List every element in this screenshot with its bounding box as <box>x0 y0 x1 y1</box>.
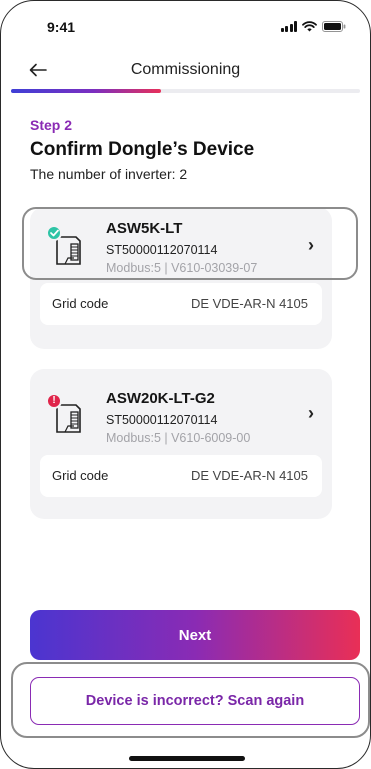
phone-frame: 9:41 Commissioning Step 2 Confirm Dongle… <box>0 0 371 769</box>
home-indicator[interactable] <box>129 756 245 761</box>
device-header[interactable]: ! ASW20K-LT-G2 ST50000112070114 Modbus:5… <box>30 369 332 455</box>
chevron-right-icon: › <box>308 235 314 255</box>
device-info: ASW20K-LT-G2 ST50000112070114 Modbus:5 |… <box>106 389 250 447</box>
status-icons <box>280 21 347 32</box>
chevron-right-icon: › <box>308 403 314 423</box>
status-error-badge: ! <box>46 393 62 409</box>
status-bar: 9:41 <box>1 1 370 51</box>
device-meta: Modbus:5 | V610-03039-07 <box>106 261 258 275</box>
next-button[interactable]: Next <box>30 610 360 660</box>
grid-code-label: Grid code <box>52 468 109 483</box>
inverter-count: The number of inverter: 2 <box>30 166 188 182</box>
device-serial: ST50000112070114 <box>106 413 218 427</box>
step-title: Confirm Dongle’s Device <box>30 139 255 160</box>
device-card: ASW5K-LT ST50000112070114 Modbus:5 | V61… <box>30 207 332 349</box>
device-header[interactable]: ASW5K-LT ST50000112070114 Modbus:5 | V61… <box>30 207 332 283</box>
page-title: Commissioning <box>130 61 241 78</box>
device-model: ASW5K-LT <box>106 220 183 237</box>
grid-code-value: DE VDE-AR-N 4105 <box>190 296 308 311</box>
grid-code-row: Grid code DE VDE-AR-N 4105 <box>40 283 322 325</box>
step-label: Step 2 <box>30 117 73 133</box>
header: Commissioning <box>1 53 370 89</box>
device-model: ASW20K-LT-G2 <box>106 390 215 407</box>
device-meta: Modbus:5 | V610-6009-00 <box>106 431 251 445</box>
battery-icon <box>322 21 346 32</box>
checkmark-icon <box>49 229 59 237</box>
grid-code-value: DE VDE-AR-N 4105 <box>190 468 308 483</box>
status-ok-badge <box>46 225 62 241</box>
inverter-icon <box>46 225 86 267</box>
progress-fill <box>11 89 162 93</box>
inverter-icon: ! <box>46 393 86 435</box>
device-serial: ST50000112070114 <box>106 243 218 257</box>
device-info: ASW5K-LT ST50000112070114 Modbus:5 | V61… <box>106 219 257 277</box>
device-card: ! ASW20K-LT-G2 ST50000112070114 Modbus:5… <box>30 369 332 519</box>
grid-code-row: Grid code DE VDE-AR-N 4105 <box>40 455 322 497</box>
scan-again-button[interactable]: Device is incorrect? Scan again <box>30 677 360 725</box>
signal-icon <box>280 21 297 32</box>
grid-code-label: Grid code <box>52 296 109 311</box>
progress-bar <box>11 89 360 93</box>
wifi-icon <box>302 21 317 32</box>
status-time: 9:41 <box>47 19 76 35</box>
